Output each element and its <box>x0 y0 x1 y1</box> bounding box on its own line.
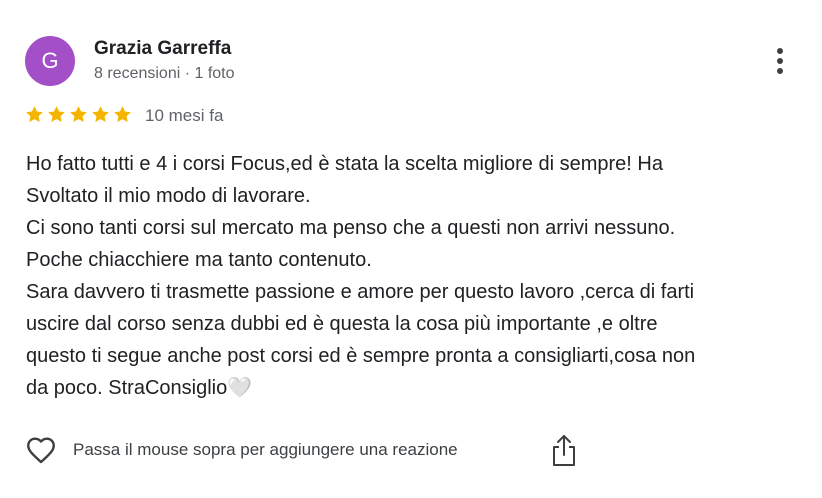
more-vertical-icon-dot <box>777 48 783 54</box>
star-icon <box>114 106 131 123</box>
more-vertical-icon-dot <box>777 58 783 64</box>
author-name[interactable]: Grazia Garreffa <box>94 38 231 60</box>
share-button[interactable] <box>549 432 579 468</box>
review-text-line: Sara davvero ti trasmette passione e amo… <box>26 281 695 303</box>
star-icon <box>48 106 65 123</box>
review-text-line: Svoltato il mio modo di lavorare. <box>26 185 311 207</box>
more-options-button[interactable] <box>766 44 794 78</box>
review-text-line: Ho fatto tutti e 4 i corsi Focus,ed è st… <box>26 153 663 175</box>
review-text-line: Poche chiacchiere ma tanto contenuto. <box>26 249 372 271</box>
heart-outline-icon <box>27 437 55 464</box>
more-vertical-icon-dot <box>777 68 783 74</box>
review-text-line: Ci sono tanti corsi sul mercato ma penso… <box>26 217 676 239</box>
review-text-line: da poco. StraConsiglio🤍 <box>26 377 253 399</box>
avatar-initial: G <box>41 48 59 73</box>
share-icon <box>553 435 575 466</box>
reaction-hint: Passa il mouse sopra per aggiungere una … <box>73 440 458 459</box>
avatar[interactable]: G <box>25 36 75 86</box>
star-rating <box>24 104 133 125</box>
star-icon <box>26 106 43 123</box>
star-icon <box>70 106 87 123</box>
review-date: 10 mesi fa <box>145 106 224 125</box>
review-text-line: questo ti segue anche post corsi ed è se… <box>26 345 696 367</box>
author-meta: 8 recensioni · 1 foto <box>94 65 235 82</box>
star-icon <box>92 106 109 123</box>
review-text-line: uscire dal corso senza dubbi ed è questa… <box>26 313 658 335</box>
review-text: Ho fatto tutti e 4 i corsi Focus,ed è st… <box>26 148 806 404</box>
like-button[interactable] <box>24 433 58 467</box>
